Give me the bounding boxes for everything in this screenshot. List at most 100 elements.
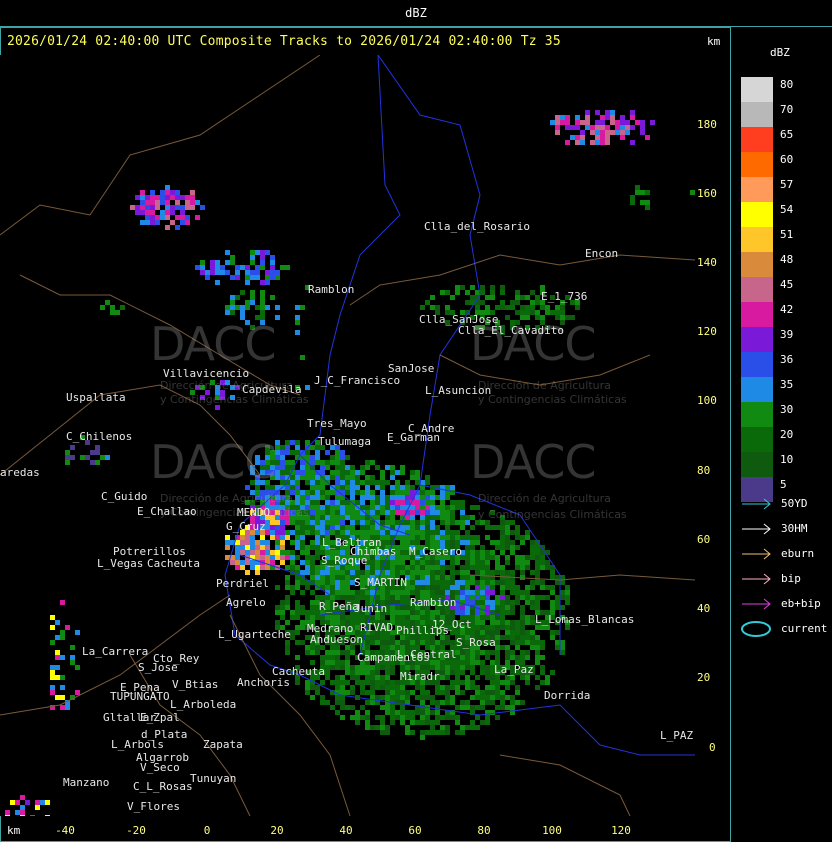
echo-pixel xyxy=(515,525,520,530)
echo-pixel xyxy=(315,490,320,495)
echo-pixel xyxy=(540,555,545,560)
echo-pixel xyxy=(320,570,325,575)
echo-pixel xyxy=(360,665,365,670)
echo-pixel xyxy=(575,135,580,140)
echo-pixel xyxy=(535,565,540,570)
echo-pixel xyxy=(470,525,475,530)
echo-pixel xyxy=(305,680,310,685)
echo-pixel xyxy=(515,560,520,565)
echo-pixel xyxy=(310,695,315,700)
place-label: Tunuyan xyxy=(190,772,237,785)
echo-pixel xyxy=(300,535,305,540)
dacc-watermark: DACC xyxy=(150,317,277,371)
echo-pixel xyxy=(485,525,490,530)
echo-pixel xyxy=(275,270,280,275)
echo-pixel xyxy=(360,570,365,575)
echo-pixel xyxy=(400,470,405,475)
echo-pixel xyxy=(310,475,315,480)
echo-pixel xyxy=(425,610,430,615)
echo-pixel xyxy=(440,590,445,595)
echo-pixel xyxy=(435,710,440,715)
echo-pixel xyxy=(310,445,315,450)
place-label: Perdriel xyxy=(216,577,269,590)
echo-pixel xyxy=(485,560,490,565)
echo-pixel xyxy=(440,580,445,585)
echo-pixel xyxy=(485,690,490,695)
echo-pixel xyxy=(260,295,265,300)
echo-pixel xyxy=(325,475,330,480)
legend-label: eb+bip xyxy=(781,597,821,610)
echo-pixel xyxy=(355,675,360,680)
echo-pixel xyxy=(335,450,340,455)
echo-pixel xyxy=(390,470,395,475)
echo-pixel xyxy=(350,690,355,695)
echo-pixel xyxy=(525,655,530,660)
echo-pixel xyxy=(470,580,475,585)
echo-pixel xyxy=(305,555,310,560)
echo-pixel xyxy=(420,615,425,620)
echo-pixel xyxy=(250,535,255,540)
echo-pixel xyxy=(315,460,320,465)
echo-pixel xyxy=(140,220,145,225)
echo-pixel xyxy=(540,655,545,660)
echo-pixel xyxy=(510,635,515,640)
echo-pixel xyxy=(305,610,310,615)
echo-pixel xyxy=(450,685,455,690)
echo-pixel xyxy=(380,500,385,505)
echo-pixel xyxy=(360,520,365,525)
x-tick-label: 40 xyxy=(339,824,353,837)
echo-pixel xyxy=(410,565,415,570)
echo-pixel xyxy=(285,580,290,585)
echo-pixel xyxy=(410,490,415,495)
echo-pixel xyxy=(465,595,470,600)
echo-pixel xyxy=(415,510,420,515)
echo-pixel xyxy=(380,715,385,720)
echo-pixel xyxy=(395,690,400,695)
echo-pixel xyxy=(380,615,385,620)
echo-pixel xyxy=(375,495,380,500)
echo-pixel xyxy=(445,565,450,570)
echo-pixel xyxy=(275,620,280,625)
echo-pixel xyxy=(470,670,475,675)
echo-pixel xyxy=(620,120,625,125)
echo-pixel xyxy=(395,595,400,600)
echo-pixel xyxy=(445,290,450,295)
echo-pixel xyxy=(585,110,590,115)
echo-pixel xyxy=(395,480,400,485)
echo-pixel xyxy=(390,635,395,640)
echo-pixel xyxy=(300,490,305,495)
echo-pixel xyxy=(285,595,290,600)
echo-pixel xyxy=(250,560,255,565)
echo-pixel xyxy=(380,720,385,725)
echo-pixel xyxy=(290,540,295,545)
radar-map[interactable]: DACC DACC DACC DACC Dirección de Agricul… xyxy=(0,55,695,816)
echo-pixel xyxy=(600,115,605,120)
echo-pixel xyxy=(555,630,560,635)
echo-pixel xyxy=(580,120,585,125)
echo-pixel xyxy=(340,465,345,470)
echo-pixel xyxy=(255,570,260,575)
place-label: Tres_Mayo xyxy=(307,417,367,430)
echo-pixel xyxy=(280,555,285,560)
echo-pixel xyxy=(450,610,455,615)
echo-pixel xyxy=(470,665,475,670)
echo-pixel xyxy=(495,600,500,605)
echo-pixel xyxy=(430,520,435,525)
echo-pixel xyxy=(340,525,345,530)
echo-pixel xyxy=(515,310,520,315)
echo-pixel xyxy=(380,665,385,670)
echo-pixel xyxy=(390,500,395,505)
echo-pixel xyxy=(245,265,250,270)
echo-pixel xyxy=(285,650,290,655)
echo-pixel xyxy=(475,535,480,540)
echo-pixel xyxy=(295,305,300,310)
echo-pixel xyxy=(565,125,570,130)
echo-pixel xyxy=(410,530,415,535)
echo-pixel xyxy=(285,265,290,270)
echo-pixel xyxy=(445,505,450,510)
echo-pixel xyxy=(110,305,115,310)
echo-pixel xyxy=(500,525,505,530)
y-tick-label: 140 xyxy=(697,256,717,269)
echo-pixel xyxy=(470,595,475,600)
echo-pixel xyxy=(295,575,300,580)
